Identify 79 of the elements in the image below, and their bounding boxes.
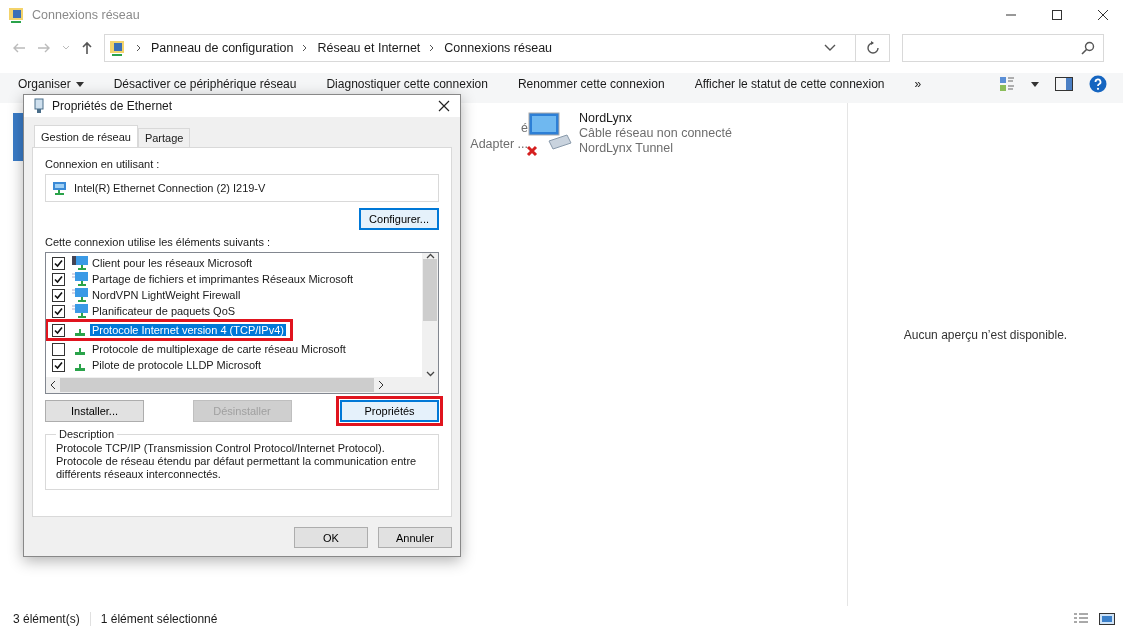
connection-detail: Adapter ... (470, 137, 528, 151)
chevron-right-icon (429, 44, 436, 52)
computer-icon (72, 303, 88, 319)
action-button[interactable]: Propriétés (340, 400, 439, 422)
list-item[interactable]: Protocole de multiplexage de carte réseau Microsoft (90, 343, 348, 355)
list-item[interactable]: Protocole Internet version 4 (TCP/IPv4) (90, 324, 286, 336)
maximize-icon[interactable] (1051, 9, 1063, 21)
connection-detail: NordLynx Tunnel (579, 141, 675, 155)
up-arrow-icon[interactable] (81, 41, 93, 55)
scroll-up-icon[interactable] (425, 253, 435, 259)
search-field[interactable] (902, 34, 1104, 62)
toolbar-button[interactable]: Organiser (18, 77, 84, 91)
connection-detail: é (521, 121, 528, 135)
list-item[interactable]: Pilote de protocole LLDP Microsoft (90, 359, 264, 371)
scroll-left-icon[interactable] (50, 380, 56, 390)
caret-icon (75, 81, 84, 87)
breadcrumb[interactable]: Connexions réseau (444, 41, 553, 55)
dialog-title: Propriétés de Ethernet (52, 99, 173, 113)
network-folder-icon (109, 39, 127, 57)
checkbox[interactable] (52, 272, 65, 286)
field-label: Connexion en utilisant : (45, 158, 161, 170)
toolbar-button[interactable]: Diagnostiquer cette connexion (326, 77, 488, 91)
checkbox[interactable] (52, 323, 65, 337)
preview-pane-icon[interactable] (1055, 77, 1073, 91)
window-title: Connexions réseau (32, 8, 140, 22)
connection-name: NordLynx (579, 111, 634, 125)
large-icons-view-icon[interactable] (1099, 613, 1115, 625)
computer-icon (72, 287, 88, 303)
more-button[interactable]: » (914, 77, 922, 91)
group-title: Description (58, 428, 116, 440)
scroll-right-icon[interactable] (378, 380, 384, 390)
list-item[interactable]: Partage de fichiers et imprimantes Réseaux Microsoft (90, 273, 356, 285)
checkbox[interactable] (52, 342, 65, 356)
chevron-right-icon (136, 44, 142, 52)
help-icon[interactable] (1089, 75, 1107, 93)
chevron-right-icon (302, 44, 309, 52)
checkbox[interactable] (52, 288, 65, 302)
breadcrumb[interactable]: Réseau et Internet (317, 41, 421, 55)
vertical-scrollbar[interactable] (422, 253, 438, 377)
tab[interactable]: Gestion de réseau (34, 125, 138, 147)
checkbox[interactable] (52, 358, 65, 372)
dialog-button[interactable]: Annuler (378, 527, 452, 548)
network-folder-icon (8, 6, 26, 24)
protocol-icon (75, 364, 85, 371)
list-item[interactable]: Client pour les réseaux Microsoft (90, 257, 255, 269)
chevron-down-icon[interactable] (824, 44, 836, 52)
breadcrumb[interactable]: Panneau de configuration (151, 41, 294, 55)
protocol-icon (75, 329, 85, 336)
connection-detail: Câble réseau non connecté (579, 126, 732, 140)
horizontal-scrollbar[interactable] (46, 377, 438, 393)
scroll-down-icon[interactable] (425, 371, 435, 377)
list-item[interactable]: Planificateur de paquets QoS (90, 305, 238, 317)
field-label: Cette connexion utilise les éléments suivants : (45, 236, 271, 248)
address-bar[interactable]: Panneau de configuration Réseau et Internet Connexions réseau (104, 34, 890, 62)
close-icon[interactable] (438, 100, 450, 112)
action-button[interactable]: Installer... (45, 400, 144, 422)
checkbox[interactable] (52, 256, 65, 270)
refresh-icon[interactable] (865, 41, 880, 55)
item-count: 3 élément(s) (13, 612, 80, 626)
close-icon[interactable] (1097, 9, 1109, 21)
computer-icon (72, 255, 88, 271)
caret-icon[interactable] (1031, 81, 1039, 87)
description-text: Protocole TCP/IP (Transmission Control Protocol/Internet Protocol). Protocole de réseau étendu par défaut permettant la communication entre différents réseaux interconnectés. (56, 442, 418, 481)
ethernet-icon (34, 98, 44, 114)
list-item[interactable]: NordVPN LightWeight Firewall (90, 289, 243, 301)
tab[interactable]: Partage (137, 128, 191, 147)
toolbar-button[interactable]: Désactiver ce périphérique réseau (113, 77, 297, 91)
configure-button[interactable]: Configurer... (359, 208, 439, 230)
protocol-icon (75, 348, 85, 355)
preview-message: Aucun aperçu n’est disponible. (903, 327, 1068, 342)
selection-count: 1 élément sélectionné (100, 612, 218, 626)
search-icon (1081, 41, 1095, 55)
toolbar-button[interactable]: Afficher le statut de cette connexion (694, 77, 885, 91)
adapter-field: Intel(R) Ethernet Connection (2) I219-V (45, 174, 439, 202)
view-options-icon[interactable] (999, 76, 1015, 92)
toolbar-button[interactable]: Renommer cette connexion (517, 77, 665, 91)
dialog-button[interactable]: OK (294, 527, 368, 548)
computer-icon (72, 271, 88, 287)
checkbox[interactable] (52, 304, 65, 318)
